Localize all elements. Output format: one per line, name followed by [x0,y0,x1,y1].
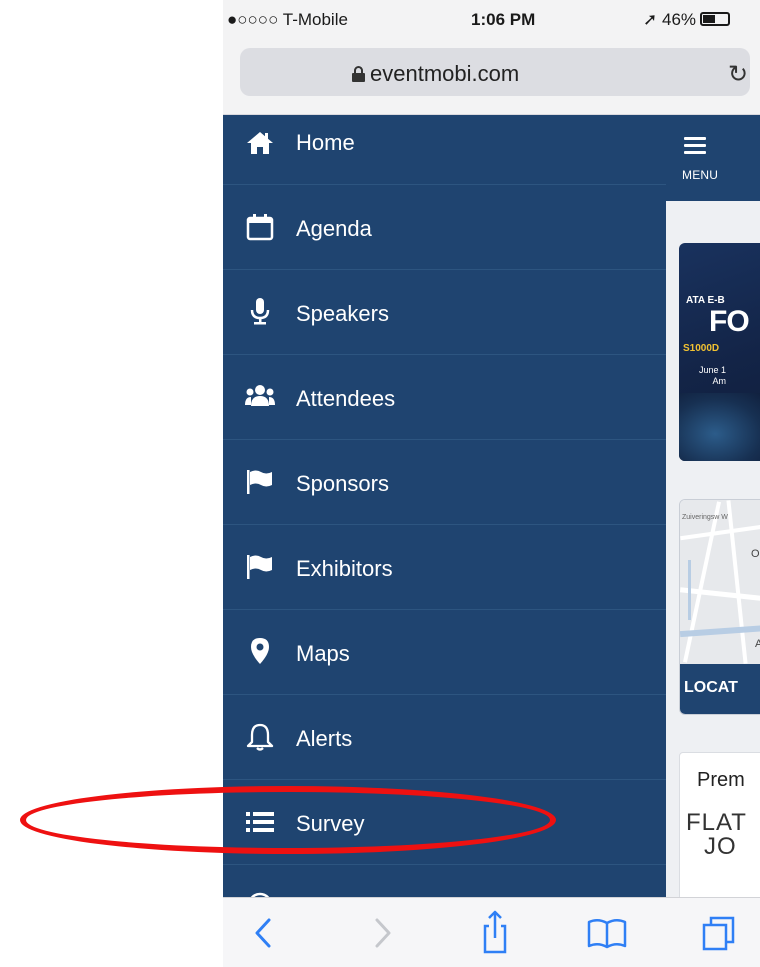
menu-item-label: Alerts [296,726,353,751]
reload-icon[interactable]: ↻ [728,60,748,89]
phone-screen: ●○○○○ T-Mobile 1:06 PM ➚ 46% eventmobi.c… [223,0,760,967]
lock-icon [352,66,365,82]
event-banner[interactable]: ATA E-B FO S1000D June 1 Am [679,243,760,461]
side-menu: Home Agenda Speakers Attendees Sponsors … [223,115,666,897]
menu-item-alerts[interactable]: Alerts [223,695,666,780]
menu-item-label: Sponsors [296,471,389,496]
menu-item-speakers[interactable]: Speakers [223,270,666,355]
main-content: MENU ATA E-B FO S1000D June 1 Am Zuiveri… [666,115,760,897]
menu-item-home[interactable]: Home [223,115,666,185]
banner-date-line-1: June 1 [699,365,727,375]
sponsor-logo-text-line-2: JO [704,833,737,860]
tabs-icon[interactable] [689,898,749,967]
location-label-bar: LOCAT [680,664,760,714]
banner-heading: FO [709,305,750,338]
bookmarks-icon[interactable] [577,898,637,967]
bell-icon [246,723,274,751]
status-bar: ●○○○○ T-Mobile 1:06 PM ➚ 46% [223,0,760,40]
map-place-label: A [755,638,760,650]
location-card[interactable]: Zuiveringsw W O A LOCAT [679,499,760,715]
battery-icon [700,12,731,26]
premium-sponsor-card[interactable]: Prem FLAT JO [679,752,760,897]
menu-item-agenda[interactable]: Agenda [223,185,666,270]
premium-title: Prem [697,769,745,791]
menu-item-exhibitors[interactable]: Exhibitors [223,525,666,610]
calendar-icon [246,214,274,241]
menu-item-label: Agenda [296,216,372,241]
menu-item-label: Attendees [296,386,396,411]
circle-icon [250,892,270,897]
home-icon [247,132,273,154]
menu-item-attendees[interactable]: Attendees [223,355,666,440]
address-bar[interactable]: eventmobi.com ↻ [240,48,750,96]
microphone-icon [250,298,270,325]
flag-icon [247,555,272,579]
banner-background-image [679,393,760,461]
url-text: eventmobi.com [370,61,520,86]
menu-item-label: Maps [296,641,350,666]
menu-item-label: Home [296,130,355,155]
map-marker-icon [251,638,269,664]
menu-item-label: Survey [296,811,365,836]
map-place-label: Zuiveringsw W [682,514,728,521]
map-place-label: O [751,548,760,560]
back-arrow-icon[interactable] [233,898,293,967]
banner-subtitle: S1000D [683,343,720,354]
app-top-bar: MENU [666,115,760,201]
flag-icon [247,470,272,494]
location-label: LOCAT [684,679,738,696]
menu-item-survey[interactable]: Survey [223,780,666,865]
menu-item-label: Speakers [296,301,389,326]
carrier-signal: ●○○○○ T-Mobile [227,10,348,29]
battery-percent: 46% [661,10,697,29]
menu-item-label: Exhibitors [296,556,393,581]
forward-arrow-icon[interactable] [353,898,413,967]
browser-toolbar [223,897,760,967]
menu-item-maps[interactable]: Maps [223,610,666,695]
banner-date-line-2: Am [712,376,727,386]
browser-address-area: eventmobi.com ↻ [223,40,760,115]
menu-item-sponsors[interactable]: Sponsors [223,440,666,525]
status-time: 1:06 PM [471,10,536,29]
map-thumbnail: Zuiveringsw W O A [680,500,760,664]
hamburger-menu-icon[interactable] [684,137,706,155]
menu-item-next[interactable] [223,865,666,897]
location-arrow-icon: ➚ [643,10,658,29]
menu-label[interactable]: MENU [682,168,718,182]
people-icon [245,385,275,406]
battery-status: ➚ 46% [643,10,731,30]
banner-date: June 1 Am [699,365,726,387]
list-icon [246,812,274,832]
share-icon[interactable] [465,898,525,967]
